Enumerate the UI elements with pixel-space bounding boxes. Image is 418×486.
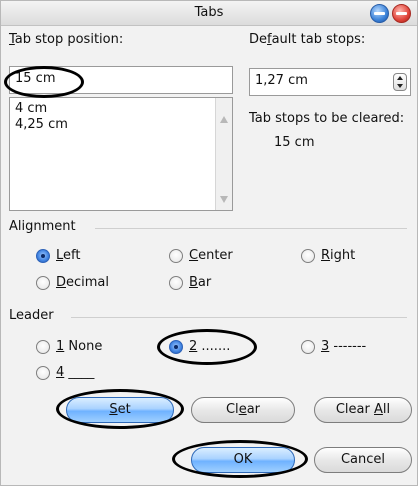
tab-stop-list[interactable]: 4 cm 4,25 cm	[9, 97, 233, 211]
tab-stops-cleared-value: 15 cm	[274, 135, 315, 150]
default-tab-stops-label: Default tab stops:	[249, 32, 366, 47]
close-button[interactable]	[392, 4, 411, 23]
clear-all-button[interactable]: Clear All	[314, 397, 412, 423]
alignment-bar-radio[interactable]: Bar	[169, 275, 211, 290]
list-scrollbar[interactable]	[215, 98, 232, 210]
set-button[interactable]: Set	[66, 397, 174, 423]
leader-divider	[71, 317, 407, 318]
list-item[interactable]: 4 cm	[15, 101, 47, 116]
radio-label: Bar	[189, 275, 212, 290]
scroll-down-icon[interactable]	[220, 196, 228, 203]
radio-icon	[36, 365, 50, 380]
scroll-up-icon[interactable]	[220, 116, 228, 123]
radio-label: Right	[321, 248, 356, 263]
default-tab-stops-input[interactable]: 1,27 cm	[249, 68, 411, 96]
tabs-dialog: Tabs Tab stop position: 15 cm 4 cm 4,25 …	[0, 0, 418, 486]
minimize-icon	[374, 12, 385, 15]
radio-icon	[301, 339, 315, 354]
list-item[interactable]: 4,25 cm	[15, 117, 68, 132]
tab-stop-position-label: Tab stop position:	[9, 32, 124, 47]
radio-label: 1 None	[56, 339, 103, 354]
alignment-center-radio[interactable]: Center	[169, 248, 233, 263]
leader-dashes-radio[interactable]: 3 -------	[301, 339, 366, 354]
title-bar: Tabs	[1, 1, 417, 26]
ok-button[interactable]: OK	[191, 447, 295, 473]
alignment-group-label: Alignment	[9, 219, 76, 234]
alignment-divider	[95, 228, 407, 229]
clear-button[interactable]: Clear	[191, 397, 295, 423]
spinner-icon[interactable]	[393, 73, 407, 91]
close-icon	[396, 12, 407, 15]
alignment-left-radio[interactable]: Left	[36, 248, 80, 263]
alignment-right-radio[interactable]: Right	[301, 248, 355, 263]
radio-label: 4 ____	[56, 365, 95, 380]
radio-icon	[36, 339, 50, 354]
leader-none-radio[interactable]: 1 None	[36, 339, 102, 354]
radio-icon	[36, 275, 50, 290]
window-title: Tabs	[194, 5, 224, 20]
leader-underline-radio[interactable]: 4 ____	[36, 365, 94, 380]
default-tab-stops-value: 1,27 cm	[255, 73, 308, 88]
radio-label: Decimal	[56, 275, 110, 290]
alignment-decimal-radio[interactable]: Decimal	[36, 275, 109, 290]
radio-selected-icon	[169, 339, 183, 354]
leader-dots-radio[interactable]: 2 .......	[169, 339, 230, 354]
leader-group-label: Leader	[9, 308, 54, 323]
radio-label: 3 -------	[321, 339, 367, 354]
minimize-button[interactable]	[370, 4, 389, 23]
tab-stop-position-input[interactable]: 15 cm	[9, 66, 233, 94]
tab-stops-cleared-label: Tab stops to be cleared:	[249, 111, 405, 126]
radio-label: Center	[189, 248, 233, 263]
radio-label: 2 .......	[189, 339, 231, 354]
cancel-button[interactable]: Cancel	[314, 447, 412, 473]
tab-stop-position-value: 15 cm	[15, 71, 56, 86]
radio-selected-icon	[36, 248, 50, 263]
radio-label: Left	[56, 248, 81, 263]
radio-icon	[301, 248, 315, 263]
radio-icon	[169, 248, 183, 263]
radio-icon	[169, 275, 183, 290]
